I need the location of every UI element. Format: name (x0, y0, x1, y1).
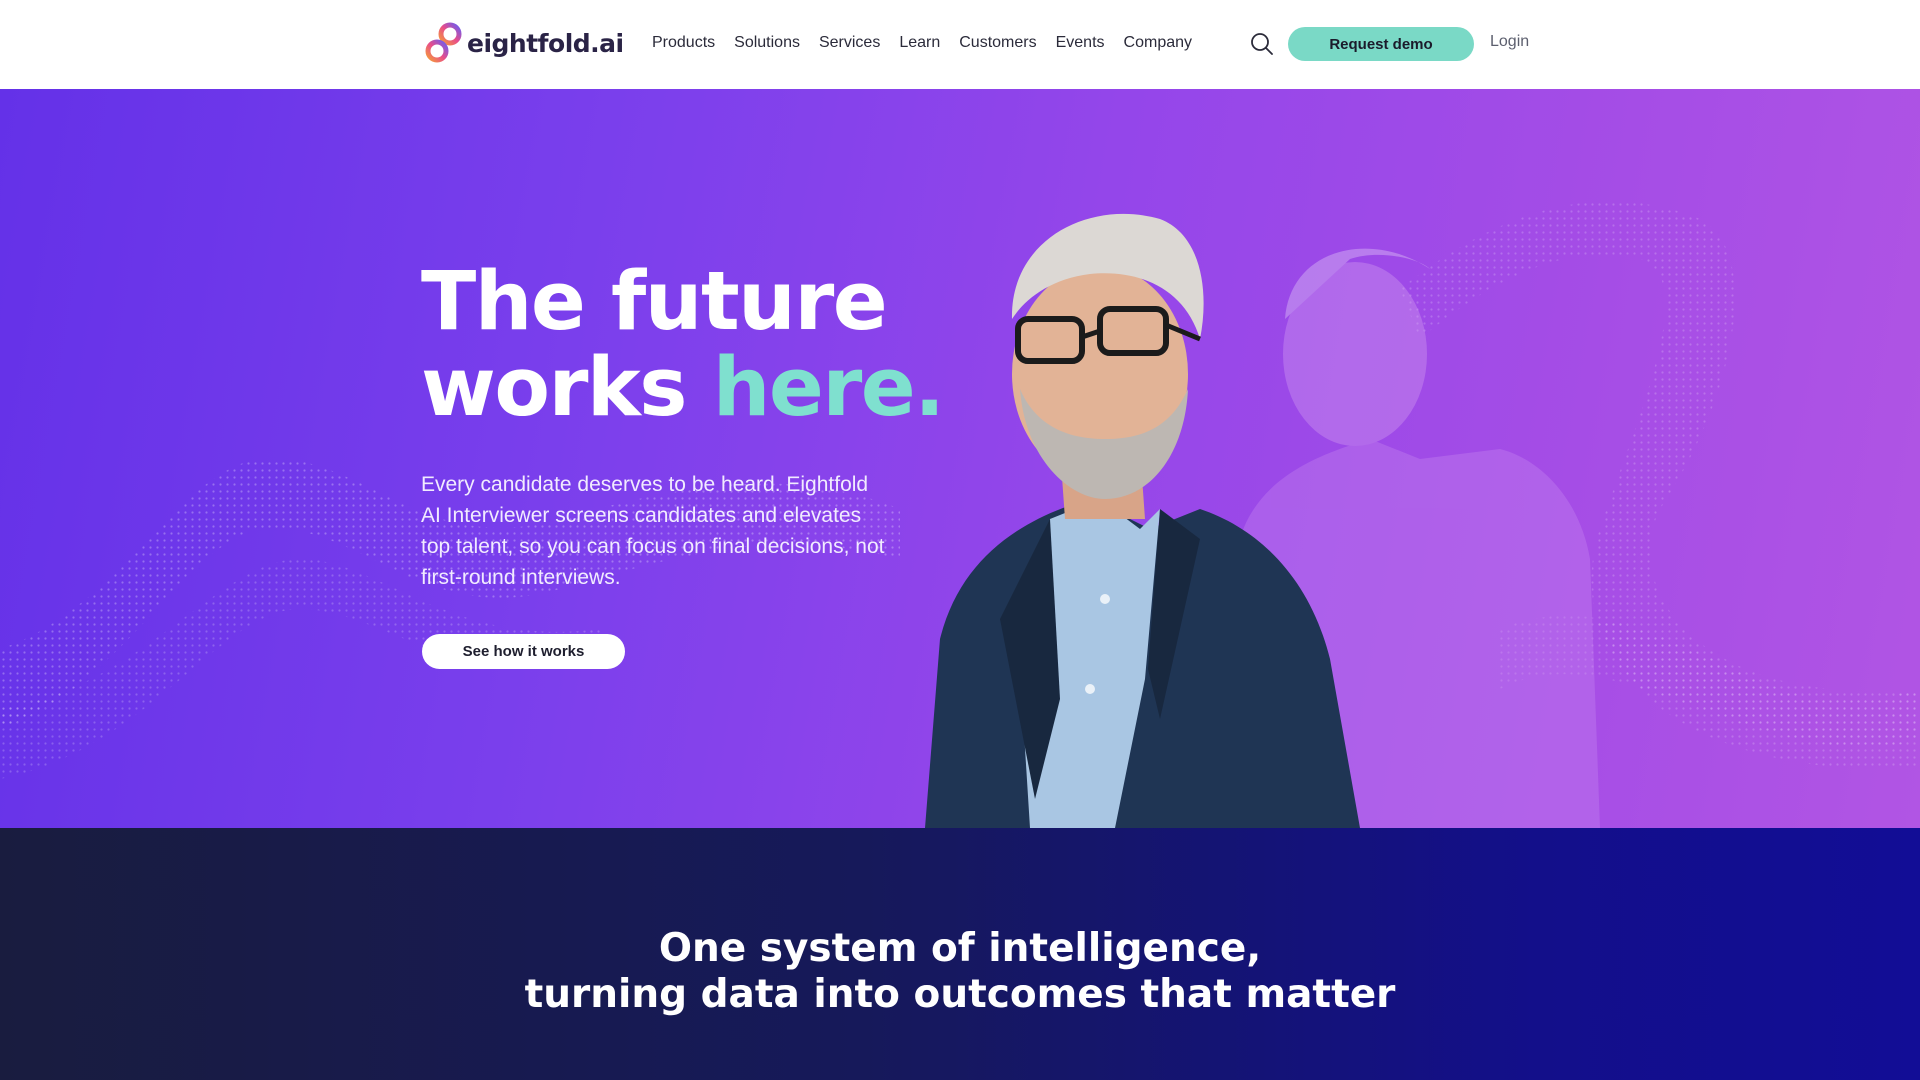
see-how-it-works-button[interactable]: See how it works (422, 634, 625, 669)
hero-description: Every candidate deserves to be heard. Ei… (421, 473, 885, 589)
hero-heading-line2a: works (421, 341, 713, 435)
nav-item-events[interactable]: Events (1056, 34, 1105, 52)
hero-person-image (925, 213, 1600, 828)
login-link[interactable]: Login (1490, 33, 1529, 51)
infinity-logo-icon (425, 22, 462, 63)
main-menu: Products Solutions Services Learn Custom… (652, 0, 1211, 86)
section-heading-line2: turning data into outcomes that matter (524, 972, 1396, 1017)
hero-section: The future works here. Every candidate d… (0, 89, 1920, 828)
nav-item-company[interactable]: Company (1124, 34, 1192, 52)
brand-name: eightfold.ai (467, 28, 624, 58)
section-heading: One system of intelligence, turning data… (0, 926, 1920, 1018)
top-navigation: eightfold.ai Products Solutions Services… (0, 0, 1920, 89)
hero-heading-line1: The future (421, 255, 888, 349)
request-demo-button[interactable]: Request demo (1288, 27, 1474, 61)
nav-item-solutions[interactable]: Solutions (734, 34, 800, 52)
nav-item-services[interactable]: Services (819, 34, 880, 52)
hero-heading: The future works here. (421, 259, 945, 431)
nav-item-products[interactable]: Products (652, 34, 715, 52)
brand-logo[interactable]: eightfold.ai (422, 20, 624, 66)
nav-item-learn[interactable]: Learn (899, 34, 940, 52)
section-heading-line1: One system of intelligence, (658, 926, 1262, 971)
nav-item-customers[interactable]: Customers (959, 34, 1036, 52)
intelligence-section: One system of intelligence, turning data… (0, 828, 1920, 1080)
search-icon[interactable] (1249, 31, 1275, 57)
